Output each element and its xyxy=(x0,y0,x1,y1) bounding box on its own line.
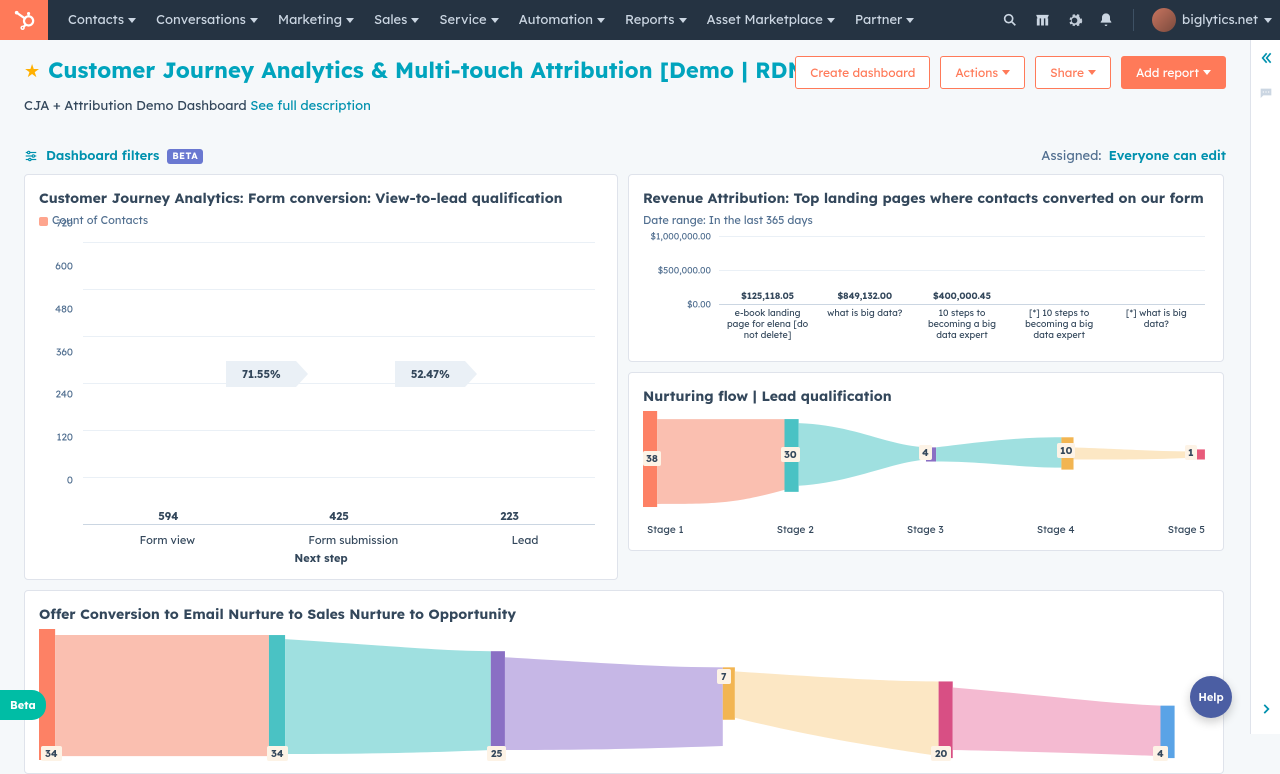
marketplace-icon[interactable] xyxy=(1033,11,1051,29)
top-nav: Contacts Conversations Marketing Sales S… xyxy=(0,0,1280,40)
nav-marketing[interactable]: Marketing xyxy=(270,0,362,40)
assigned-label: Assigned: xyxy=(1041,148,1101,164)
avatar xyxy=(1152,8,1176,32)
funnel-title: Customer Journey Analytics: Form convers… xyxy=(39,189,603,207)
create-dashboard-button[interactable]: Create dashboard xyxy=(795,56,930,89)
nav-sales[interactable]: Sales xyxy=(366,0,427,40)
revenue-daterange: Date range: In the last 365 days xyxy=(643,213,1209,227)
card-offer: Offer Conversion to Email Nurture to Sal… xyxy=(24,590,1224,774)
revenue-chart: $0.00 $500,000.00 $1,000,000.00 $125,118… xyxy=(643,237,1209,347)
offer-sankey: 34 34 25 7 20 4 xyxy=(39,629,1209,759)
collapse-rail-icon[interactable] xyxy=(1258,50,1274,70)
funnel-step-2-pct: 52.47% xyxy=(395,361,465,387)
card-nurturing: Nurturing flow | Lead qualification 38 xyxy=(628,372,1224,551)
share-button[interactable]: Share xyxy=(1035,56,1111,89)
card-revenue: Revenue Attribution: Top landing pages w… xyxy=(628,174,1224,362)
page-header: ★ Customer Journey Analytics & Multi-tou… xyxy=(0,40,1250,164)
funnel-step-1-pct: 71.55% xyxy=(226,361,296,387)
revenue-title: Revenue Attribution: Top landing pages w… xyxy=(643,189,1209,207)
nav-automation[interactable]: Automation xyxy=(511,0,613,40)
see-full-description-link[interactable]: See full description xyxy=(250,98,371,114)
account-name: biglytics.net xyxy=(1182,12,1258,28)
bell-icon[interactable] xyxy=(1097,11,1115,29)
nav-service[interactable]: Service xyxy=(431,0,506,40)
nav-contacts[interactable]: Contacts xyxy=(60,0,144,40)
nurturing-sankey: 38 30 4 10 1 Stage 1 Stage 2 Stage 3 Sta… xyxy=(643,411,1209,536)
nav-right: biglytics.net xyxy=(1001,8,1272,32)
funnel-chart: 0 120 240 360 480 600 720 594 425 xyxy=(39,235,603,565)
gear-icon[interactable] xyxy=(1065,11,1083,29)
actions-button[interactable]: Actions xyxy=(940,56,1025,89)
nav-asset-marketplace[interactable]: Asset Marketplace xyxy=(699,0,843,40)
dashboard-filters-toggle[interactable]: Dashboard filters BETA xyxy=(24,148,203,164)
offer-title: Offer Conversion to Email Nurture to Sal… xyxy=(39,605,1209,623)
comments-icon[interactable] xyxy=(1258,86,1274,106)
beta-badge: BETA xyxy=(167,149,203,164)
account-menu[interactable]: biglytics.net xyxy=(1152,8,1272,32)
dashboard-title[interactable]: Customer Journey Analytics & Multi-touch… xyxy=(48,56,816,84)
nav-conversations[interactable]: Conversations xyxy=(148,0,266,40)
card-funnel: Customer Journey Analytics: Form convers… xyxy=(24,174,618,580)
nav-partner[interactable]: Partner xyxy=(847,0,922,40)
nav-links: Contacts Conversations Marketing Sales S… xyxy=(60,0,1001,40)
help-button[interactable]: Help xyxy=(1190,676,1232,718)
beta-tab[interactable]: Beta xyxy=(0,690,46,720)
hubspot-logo[interactable] xyxy=(0,0,48,40)
search-icon[interactable] xyxy=(1001,11,1019,29)
dashboard-description: CJA + Attribution Demo Dashboard xyxy=(24,98,247,114)
assigned-value-link[interactable]: Everyone can edit xyxy=(1109,148,1226,164)
star-icon[interactable]: ★ xyxy=(24,59,40,82)
side-rail xyxy=(1250,40,1280,734)
filters-icon xyxy=(24,149,38,163)
nurturing-title: Nurturing flow | Lead qualification xyxy=(643,387,1209,405)
rail-chevron-right-icon[interactable] xyxy=(1259,702,1273,720)
add-report-button[interactable]: Add report xyxy=(1121,56,1226,89)
nav-reports[interactable]: Reports xyxy=(617,0,695,40)
legend-dot-icon xyxy=(39,217,48,226)
